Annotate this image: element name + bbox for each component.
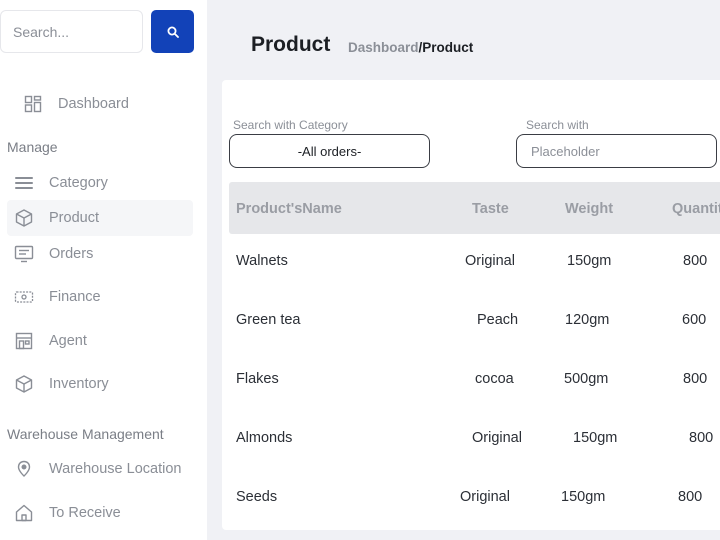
- category-select-value: -All orders-: [297, 143, 362, 159]
- column-header-taste[interactable]: Taste: [472, 201, 509, 217]
- sidebar-item-to-receive[interactable]: To Receive: [13, 502, 121, 524]
- table-row[interactable]: Almonds Original 150gm 800: [229, 413, 720, 472]
- breadcrumb-link-dashboard[interactable]: Dashboard: [348, 40, 419, 55]
- sidebar-item-label: Finance: [49, 289, 101, 305]
- breadcrumb-current: Product: [422, 40, 474, 55]
- cell-weight: 150gm: [567, 253, 612, 269]
- sidebar-item-dashboard[interactable]: Dashboard: [22, 93, 129, 115]
- cell-name: Seeds: [236, 489, 278, 505]
- sidebar: Dashboard Manage Category Product: [0, 0, 207, 540]
- cell-name: Green tea: [236, 312, 301, 328]
- page-title: Product: [251, 33, 331, 56]
- cell-taste: Original: [472, 430, 522, 446]
- category-select[interactable]: -All orders-: [229, 134, 430, 168]
- home-icon: [13, 502, 35, 524]
- receipt-icon: [13, 243, 35, 265]
- sidebar-item-finance[interactable]: Finance: [13, 286, 101, 308]
- cell-quantity: 600: [682, 312, 707, 328]
- cell-quantity: 800: [689, 430, 714, 446]
- table-row[interactable]: Flakes cocoa 500gm 800: [229, 354, 720, 413]
- sidebar-item-warehouse-location[interactable]: Warehouse Location: [13, 458, 181, 480]
- cell-taste: Peach: [477, 312, 519, 328]
- sidebar-item-label: Orders: [49, 246, 94, 262]
- table-header: Product'sName Taste Weight Quantit: [229, 182, 720, 234]
- sidebar-item-agent[interactable]: Agent: [13, 330, 87, 352]
- search-input[interactable]: [0, 10, 143, 53]
- table-row[interactable]: Seeds Original 150gm 800: [229, 472, 720, 531]
- table-row[interactable]: Walnets Original 150gm 800: [229, 236, 720, 295]
- store-icon: [13, 330, 35, 352]
- box-icon: [13, 373, 35, 395]
- sidebar-item-label: Inventory: [49, 376, 109, 392]
- table-row[interactable]: Green tea Peach 120gm 600: [229, 295, 720, 354]
- sidebar-item-category[interactable]: Category: [13, 172, 108, 194]
- cell-taste: cocoa: [475, 371, 514, 387]
- search-with-input[interactable]: [516, 134, 717, 168]
- cell-weight: 150gm: [573, 430, 618, 446]
- sidebar-item-label: Product: [49, 210, 99, 226]
- cash-icon: [13, 286, 35, 308]
- sidebar-item-label: Agent: [49, 333, 87, 349]
- section-title-manage: Manage: [7, 139, 58, 155]
- cell-taste: Original: [465, 253, 515, 269]
- sidebar-item-product[interactable]: Product: [7, 200, 193, 236]
- sidebar-item-label: To Receive: [49, 505, 121, 521]
- box-icon: [13, 207, 35, 229]
- search-button[interactable]: [151, 10, 194, 53]
- sidebar-item-label: Category: [49, 175, 108, 191]
- cell-taste: Original: [460, 489, 510, 505]
- cell-quantity: 800: [683, 253, 708, 269]
- cell-weight: 150gm: [561, 489, 606, 505]
- sidebar-item-orders[interactable]: Orders: [13, 243, 93, 265]
- cell-weight: 500gm: [564, 371, 609, 387]
- list-icon: [13, 172, 35, 194]
- sidebar-item-label: Dashboard: [58, 96, 129, 112]
- sidebar-item-label: Warehouse Location: [49, 461, 182, 477]
- location-pin-icon: [13, 458, 35, 480]
- column-header-quantity[interactable]: Quantit: [672, 201, 720, 217]
- cell-name: Almonds: [236, 430, 293, 446]
- search-filter-label: Search with: [526, 118, 589, 132]
- section-title-warehouse: Warehouse Management: [7, 426, 164, 442]
- dashboard-icon: [22, 93, 44, 115]
- cell-name: Walnets: [236, 253, 288, 269]
- cell-quantity: 800: [678, 489, 703, 505]
- sidebar-item-inventory[interactable]: Inventory: [13, 373, 109, 395]
- cell-quantity: 800: [683, 371, 708, 387]
- breadcrumb: Dashboard/Product: [348, 40, 473, 55]
- search-icon: [167, 26, 179, 38]
- cell-name: Flakes: [236, 371, 279, 387]
- column-header-name[interactable]: Product'sName: [236, 201, 342, 217]
- cell-weight: 120gm: [565, 312, 610, 328]
- category-filter-label: Search with Category: [233, 118, 348, 132]
- column-header-weight[interactable]: Weight: [565, 201, 613, 217]
